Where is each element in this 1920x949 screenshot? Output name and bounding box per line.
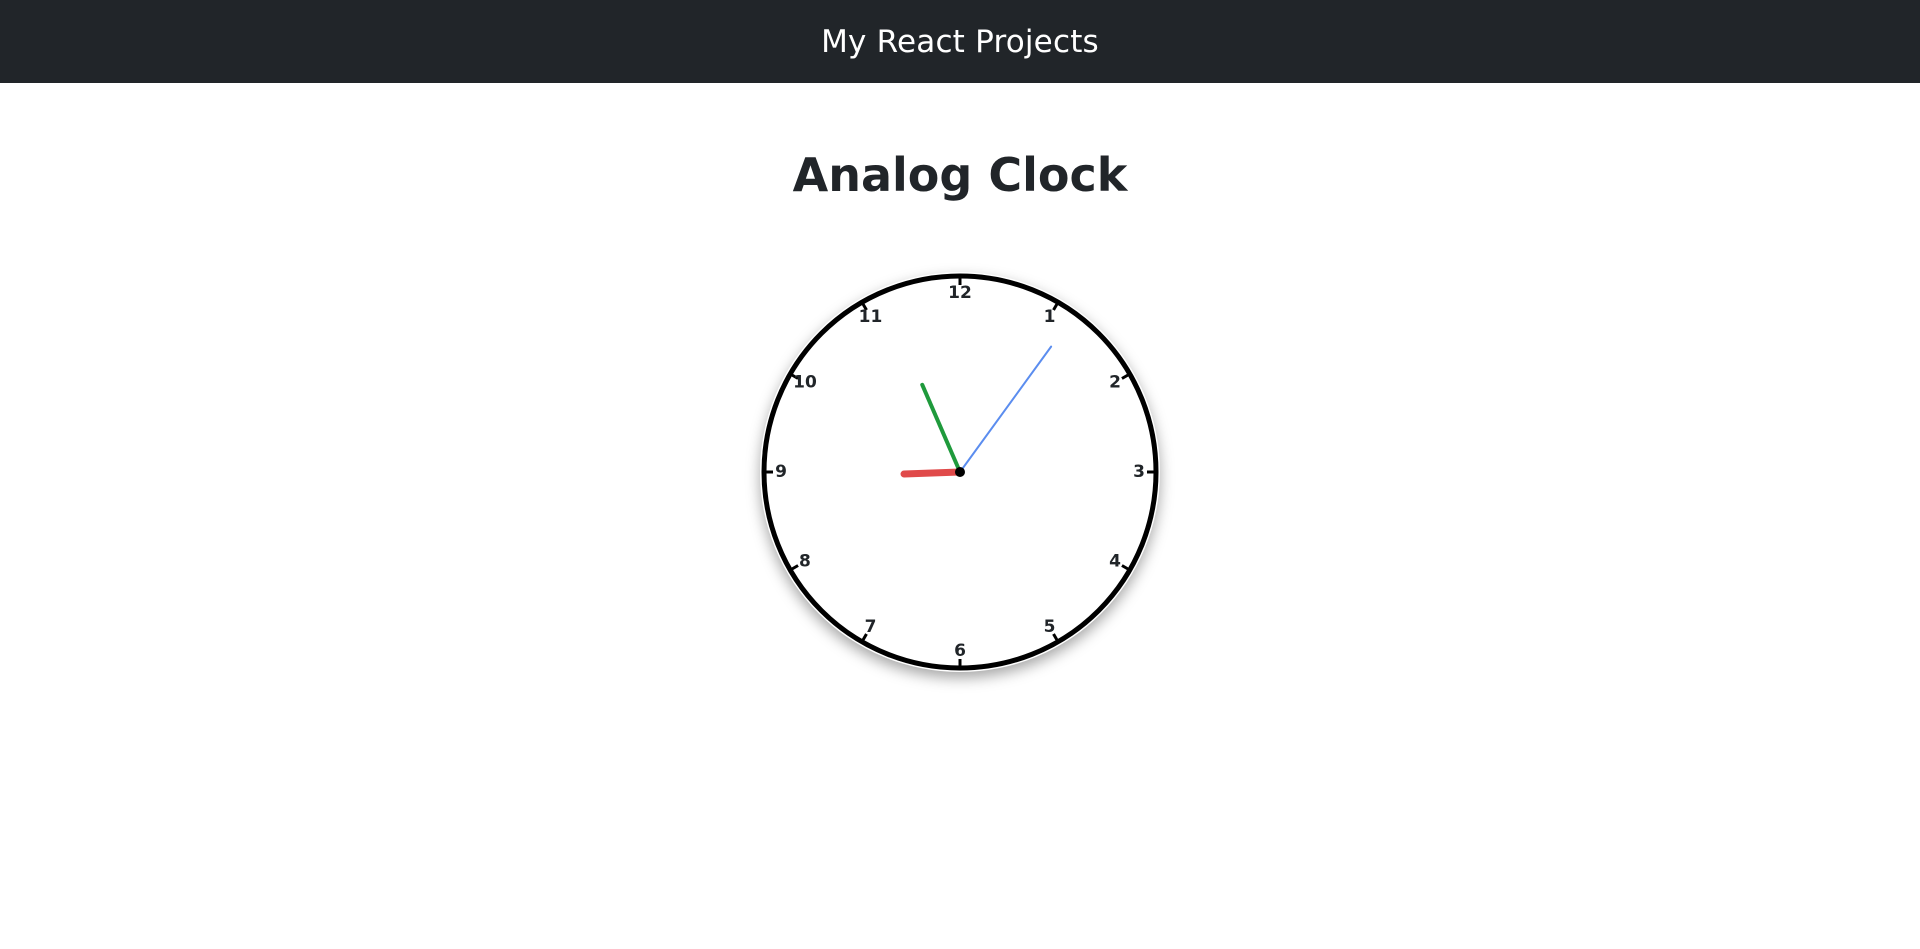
clock-number: 6 bbox=[954, 641, 966, 661]
clock-number: 4 bbox=[1109, 552, 1121, 572]
clock-number: 9 bbox=[775, 462, 787, 482]
clock-number: 10 bbox=[793, 373, 817, 393]
hour-hand bbox=[900, 468, 964, 478]
navbar: My React Projects bbox=[0, 0, 1920, 83]
center-dot bbox=[955, 467, 965, 477]
clock-number: 8 bbox=[799, 552, 811, 572]
page-title: Analog Clock bbox=[792, 148, 1128, 202]
clock-number: 5 bbox=[1044, 617, 1056, 637]
clock-number: 7 bbox=[865, 617, 877, 637]
clock-number: 1 bbox=[1044, 307, 1056, 327]
analog-clock: 12 1 2 3 4 5 6 7 8 9 10 11 bbox=[760, 272, 1160, 672]
clock-number: 11 bbox=[859, 307, 883, 327]
clock-number: 12 bbox=[948, 283, 972, 303]
clock-number: 3 bbox=[1133, 462, 1145, 482]
clock-number: 2 bbox=[1109, 373, 1121, 393]
navbar-title[interactable]: My React Projects bbox=[821, 24, 1099, 60]
clock-face: 121234567891011 bbox=[761, 273, 1159, 671]
